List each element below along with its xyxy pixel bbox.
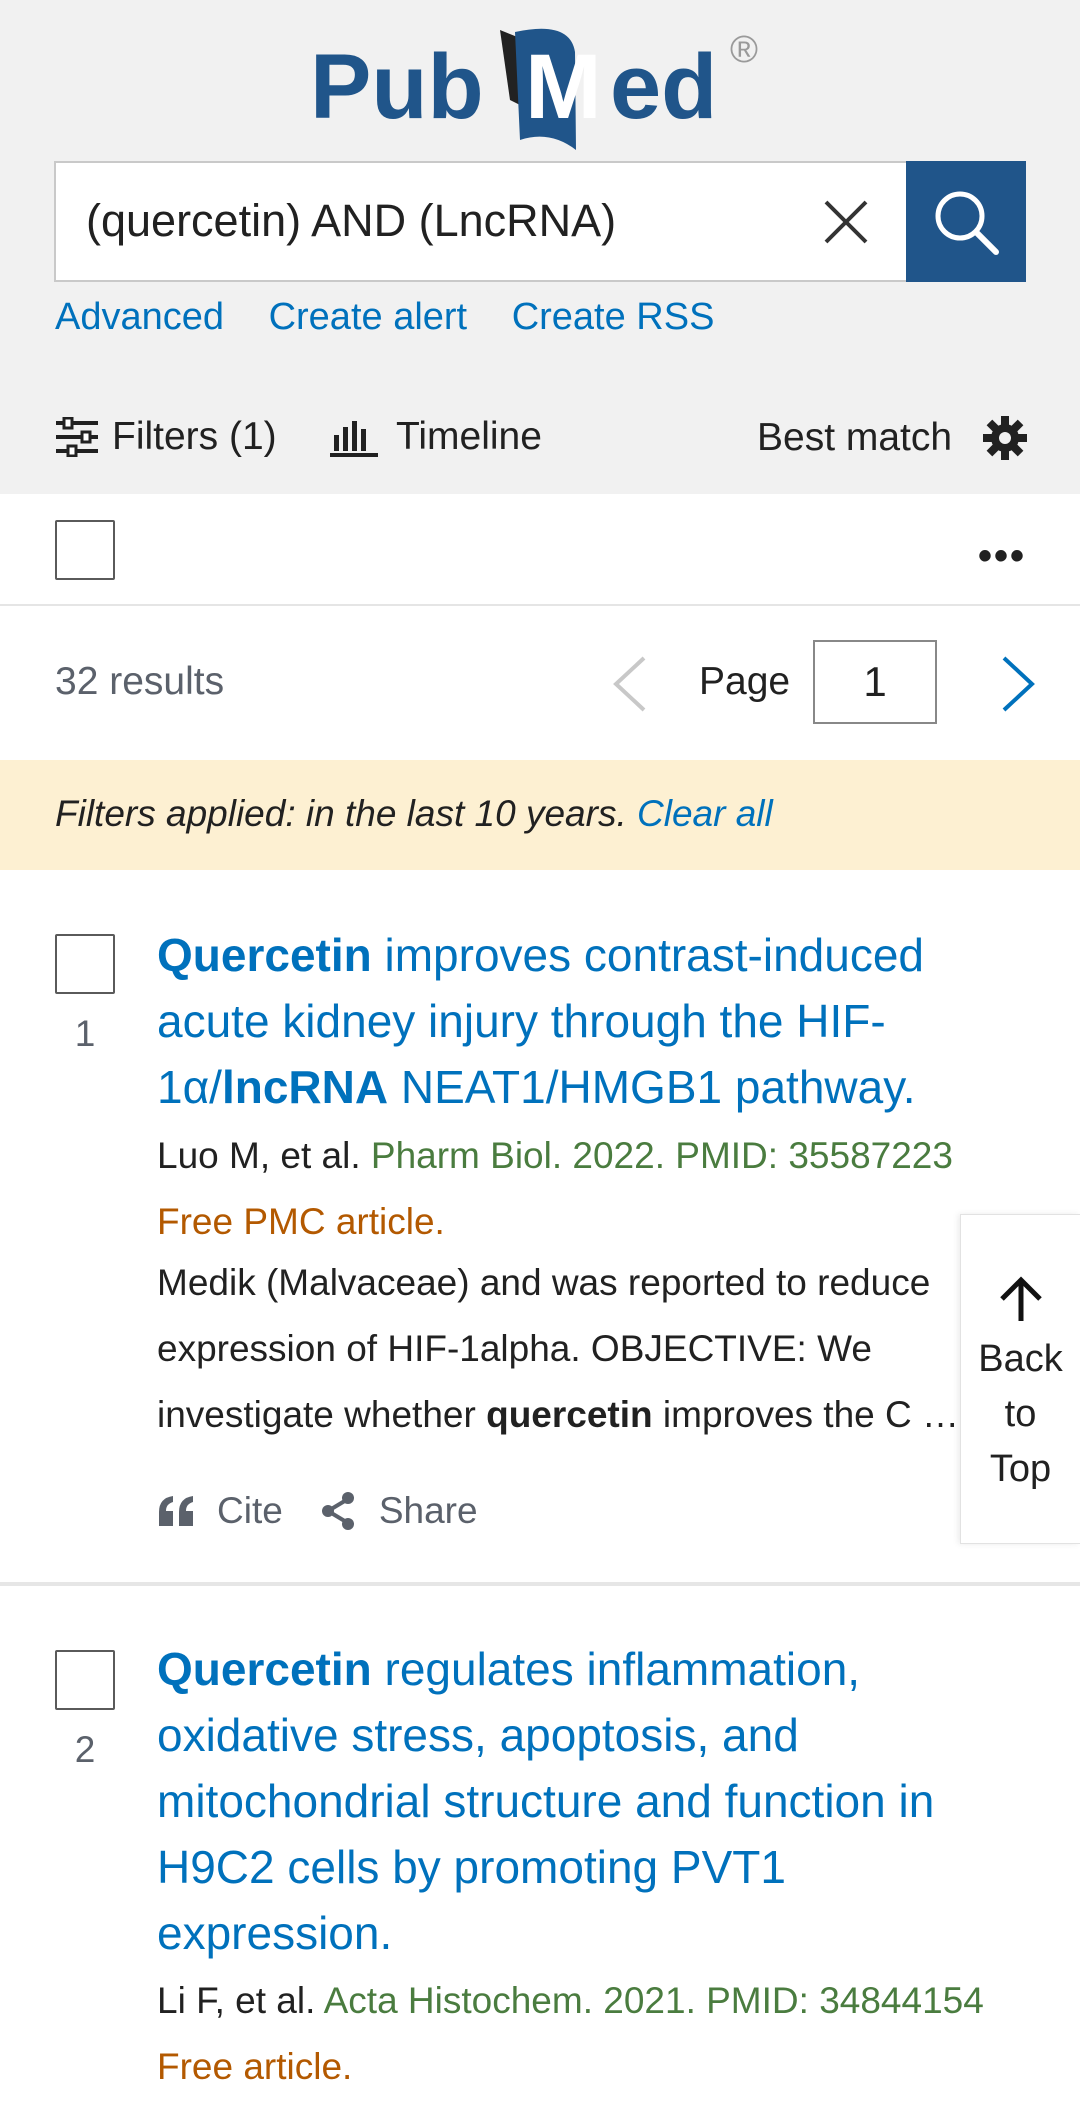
cite-button[interactable]: Cite — [157, 1490, 283, 1532]
article-journal: Acta Histochem. 2021. PMID: 34844154 — [323, 1980, 984, 2021]
search-result-2: 2 Quercetin regulates inflammation, oxid… — [0, 1586, 1080, 2103]
title-text: NEAT1/HMGB1 pathway. — [388, 1061, 916, 1113]
select-all-checkbox[interactable] — [55, 520, 115, 580]
clear-search-button[interactable] — [785, 161, 907, 282]
search-input-value: (quercetin) AND (LncRNA) — [86, 195, 617, 246]
pubmed-logo[interactable]: Pub M ed ® — [310, 0, 780, 160]
snippet-line: expression of HIF-1alpha. OBJECTIVE: We — [157, 1328, 872, 1369]
timeline-label: Timeline — [396, 415, 542, 458]
sort-label: Best match — [757, 416, 953, 459]
free-article-badge: Free article. — [157, 2046, 353, 2087]
search-button[interactable] — [906, 161, 1026, 282]
svg-text:®: ® — [730, 29, 758, 71]
page-label: Page — [699, 660, 791, 703]
filters-applied-text: Filters applied: in the last 10 years. C… — [55, 793, 773, 835]
article-authors: Luo M, et al. — [157, 1135, 361, 1176]
svg-text:M: M — [525, 36, 602, 138]
close-icon — [824, 200, 868, 243]
create-rss-link[interactable]: Create RSS — [512, 296, 715, 338]
free-article-badge: Free PMC article. — [157, 1201, 445, 1242]
article-authors: Li F, et al. — [157, 1980, 316, 2021]
filters-label: Filters (1) — [112, 415, 277, 458]
arrow-up-icon — [999, 1276, 1042, 1321]
search-input[interactable]: (quercetin) AND (LncRNA) — [54, 161, 907, 282]
previous-page-icon[interactable] — [612, 656, 648, 712]
advanced-link[interactable]: Advanced — [55, 296, 224, 338]
timeline-button[interactable]: Timeline — [330, 415, 542, 459]
search-links: Advanced Create alert Create RSS — [55, 296, 748, 339]
title-highlight: Quercetin — [157, 929, 372, 981]
bar-chart-icon — [330, 421, 378, 457]
back-to-top-button[interactable]: Back to Top — [960, 1214, 1080, 1544]
result-checkbox[interactable] — [55, 934, 115, 994]
article-citation: Li F, et al. Acta Histochem. 2021. PMID:… — [157, 1980, 984, 2022]
filters-applied-label: Filters applied: in the last 10 years. — [55, 793, 627, 834]
article-actions: Cite Share — [157, 1490, 478, 1532]
selection-bar: ••• — [0, 494, 1080, 606]
article-title-link[interactable]: Quercetin improves contrast-induced acut… — [157, 922, 1027, 1120]
snippet-text: investigate whether — [157, 1394, 487, 1435]
share-label: Share — [378, 1490, 478, 1531]
result-number: 1 — [74, 1013, 96, 1054]
back-to-top-label: Top — [989, 1448, 1052, 1490]
svg-text:Pub: Pub — [310, 36, 484, 138]
sort-button[interactable]: Best match — [757, 415, 1028, 461]
snippet-highlight: quercetin — [486, 1394, 653, 1435]
article-citation: Luo M, et al. Pharm Biol. 2022. PMID: 35… — [157, 1135, 953, 1177]
snippet-line: investigate whether quercetin improves t… — [157, 1382, 957, 1448]
results-toolbar: Filters (1) Timeline Best match — [0, 405, 1080, 473]
cite-label: Cite — [217, 1490, 283, 1531]
article-title-link[interactable]: Quercetin regulates inflammation, oxidat… — [157, 1636, 1027, 1966]
quote-icon — [159, 1496, 193, 1526]
results-count: 32 results — [55, 660, 225, 703]
back-to-top-label: to — [1004, 1393, 1037, 1435]
share-button[interactable]: Share — [319, 1490, 478, 1532]
search-result-1: 1 Quercetin improves contrast-induced ac… — [0, 870, 1080, 1582]
snippet-text: improves the C … — [652, 1394, 957, 1435]
page-number-input[interactable]: 1 — [813, 640, 937, 724]
more-options-icon[interactable]: ••• — [978, 534, 1026, 579]
clear-all-link[interactable]: Clear all — [637, 793, 773, 834]
snippet-line: Medik (Malvaceae) and was reported to re… — [157, 1262, 931, 1303]
filters-applied-bar: Filters applied: in the last 10 years. C… — [0, 760, 1080, 870]
sliders-icon — [56, 417, 98, 457]
share-icon — [321, 1492, 354, 1530]
search-icon — [935, 191, 999, 255]
back-to-top-label: Back — [978, 1338, 1063, 1380]
title-highlight: lncRNA — [221, 1061, 389, 1113]
svg-text:ed: ed — [610, 36, 717, 138]
header: Pub M ed ® (quercetin) AND (LncRNA) Adva… — [0, 0, 1080, 494]
filters-button[interactable]: Filters (1) — [54, 415, 277, 459]
next-page-icon[interactable] — [1000, 656, 1036, 712]
title-highlight: Quercetin — [157, 1643, 372, 1695]
results-pager-bar: 32 results Page 1 — [0, 608, 1080, 760]
create-alert-link[interactable]: Create alert — [269, 296, 468, 338]
result-number: 2 — [74, 1729, 96, 1770]
result-checkbox[interactable] — [55, 1650, 115, 1710]
gear-icon — [983, 416, 1028, 460]
article-journal: Pharm Biol. 2022. PMID: 35587223 — [370, 1135, 953, 1176]
article-snippet: Medik (Malvaceae) and was reported to re… — [157, 1250, 957, 1448]
